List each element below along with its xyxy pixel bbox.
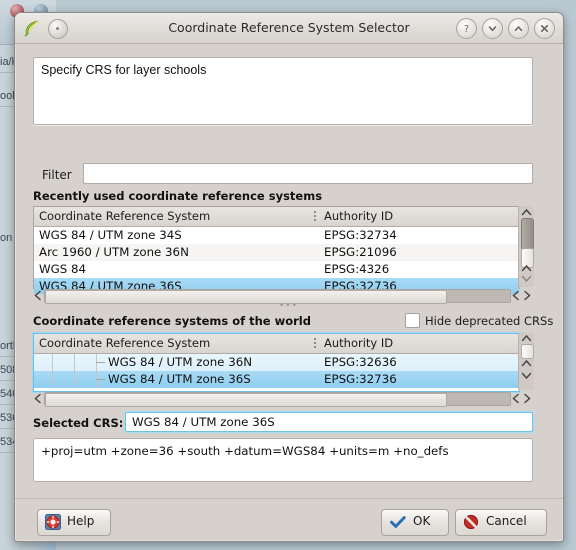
scroll-down-arrow-icon[interactable] [521, 371, 532, 380]
maximize-button[interactable] [508, 18, 529, 39]
world-list-header[interactable]: Coordinate Reference System Authority ID [34, 334, 519, 354]
recent-crs-list[interactable]: Coordinate Reference System Authority ID… [33, 206, 520, 294]
scroll-down-arrow-icon[interactable] [521, 274, 532, 283]
column-resize-grip[interactable] [314, 211, 316, 223]
recent-scroll-thumb[interactable] [521, 218, 534, 250]
world-column-authority[interactable]: Authority ID [324, 336, 393, 350]
help-titlebar-button[interactable]: ? [456, 18, 477, 39]
crs-authority: EPSG:32636 [324, 355, 397, 369]
recent-column-crs[interactable]: Coordinate Reference System [39, 209, 210, 223]
selected-crs-input[interactable]: WGS 84 / UTM zone 36S [125, 412, 533, 432]
table-row[interactable]: WGS 84 / UTM zone 34S EPSG:32734 [34, 227, 519, 244]
world-crs-heading: Coordinate reference systems of the worl… [33, 314, 311, 328]
world-column-crs[interactable]: Coordinate Reference System [39, 336, 210, 350]
close-button[interactable] [534, 18, 555, 39]
scroll-right-arrow-icon[interactable] [522, 393, 532, 404]
prohibition-icon [463, 514, 479, 530]
cancel-button-label: Cancel [486, 514, 527, 528]
crs-authority: EPSG:21096 [324, 245, 397, 259]
check-icon [390, 516, 406, 528]
world-tree-vertical-scrollbar[interactable] [518, 333, 534, 390]
crs-description-box: Specify CRS for layer schools [33, 57, 533, 125]
recent-hscroll-track[interactable] [44, 289, 511, 304]
recent-column-authority[interactable]: Authority ID [324, 209, 393, 223]
selected-crs-value: WGS 84 / UTM zone 36S [132, 415, 275, 429]
tree-row-selected[interactable]: WGS 84 / UTM zone 36S EPSG:32736 [34, 371, 519, 388]
svg-text:?: ? [464, 24, 469, 35]
filter-input[interactable] [83, 163, 533, 184]
table-row[interactable]: WGS 84 EPSG:4326 [34, 261, 519, 278]
lifebuoy-icon [45, 514, 61, 530]
help-button[interactable]: Help [37, 509, 111, 536]
ok-button-label: OK [413, 514, 431, 528]
world-hscroll-thumb[interactable] [45, 393, 447, 407]
minimize-button[interactable] [482, 18, 503, 39]
scroll-left-arrow-icon[interactable] [33, 393, 43, 404]
crs-authority: EPSG:32734 [324, 228, 397, 242]
hide-deprecated-checkbox[interactable] [405, 313, 420, 328]
crs-authority: EPSG:4326 [324, 262, 390, 276]
crs-name: WGS 84 / UTM zone 36N [108, 355, 253, 369]
scroll-left-arrow-icon-2[interactable] [511, 290, 521, 301]
recent-crs-heading: Recently used coordinate reference syste… [33, 189, 323, 203]
crs-name: WGS 84 / UTM zone 36S [108, 372, 251, 386]
scroll-up-arrow-icon[interactable] [521, 208, 532, 217]
filter-label: Filter [42, 168, 72, 182]
scroll-right-arrow-icon[interactable] [522, 290, 532, 301]
crs-name: WGS 84 / UTM zone 34S [39, 228, 182, 242]
dialog-titlebar[interactable]: Coordinate Reference System Selector ? [15, 13, 563, 44]
column-resize-grip[interactable] [314, 338, 316, 350]
scroll-left-arrow-icon-2[interactable] [511, 393, 521, 404]
scroll-up-arrow-icon-2[interactable] [521, 359, 532, 368]
crs-name: WGS 84 [39, 262, 87, 276]
crs-name: Arc 1960 / UTM zone 36N [39, 245, 189, 259]
scroll-left-arrow-icon[interactable] [33, 290, 43, 301]
crs-authority: EPSG:32736 [324, 372, 397, 386]
help-button-label: Help [67, 514, 95, 528]
proj-string-box[interactable]: +proj=utm +zone=36 +south +datum=WGS84 +… [33, 438, 533, 482]
selected-crs-label: Selected CRS: [33, 416, 124, 430]
scroll-up-arrow-icon[interactable] [521, 334, 532, 343]
dialog-body: Specify CRS for layer schools Filter Rec… [15, 43, 563, 541]
titlebar-buttons: ? [456, 18, 555, 39]
scroll-up-arrow-icon-2[interactable] [521, 264, 532, 273]
tree-row[interactable]: WGS 84 / UTM zone 36N EPSG:32636 [34, 354, 519, 371]
ok-button[interactable]: OK [381, 509, 449, 536]
world-scroll-thumb[interactable] [521, 344, 534, 359]
world-crs-tree[interactable]: Coordinate Reference System Authority ID… [33, 333, 520, 392]
crs-description-text: Specify CRS for layer schools [41, 63, 207, 77]
recent-list-header[interactable]: Coordinate Reference System Authority ID [34, 207, 519, 227]
splitter-handle[interactable]: ••• [279, 301, 298, 311]
crs-selector-dialog: Coordinate Reference System Selector ? S… [14, 12, 564, 542]
world-hscroll-track[interactable] [44, 392, 511, 407]
footer-divider [15, 498, 563, 499]
cancel-button[interactable]: Cancel [455, 509, 547, 536]
proj-string-value: +proj=utm +zone=36 +south +datum=WGS84 +… [41, 444, 449, 458]
world-tree-horizontal-scrollbar[interactable] [33, 391, 533, 407]
recent-list-vertical-scrollbar[interactable] [518, 206, 534, 287]
recent-hscroll-thumb[interactable] [45, 290, 447, 304]
table-row[interactable]: Arc 1960 / UTM zone 36N EPSG:21096 [34, 244, 519, 261]
hide-deprecated-label[interactable]: Hide deprecated CRSs [425, 314, 553, 328]
